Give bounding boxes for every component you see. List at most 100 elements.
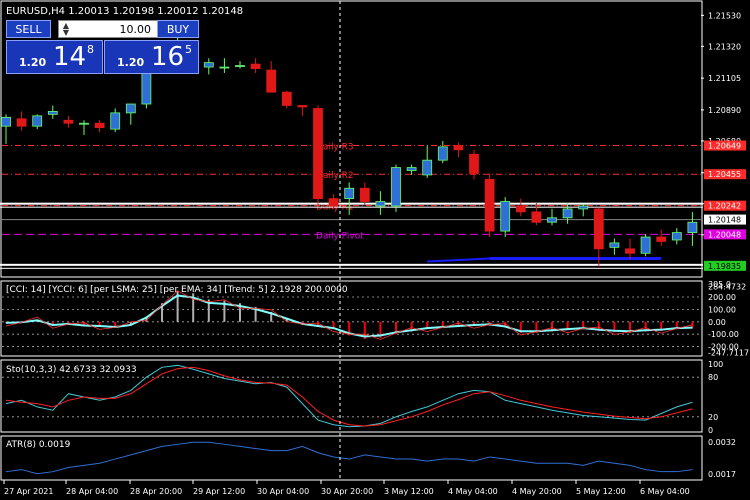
candle-body (671, 232, 682, 241)
candle-body (32, 115, 43, 127)
lots-field[interactable]: ▲ ▼ (58, 20, 158, 38)
sell-button[interactable]: SELL (6, 20, 51, 38)
candle-body (391, 167, 401, 207)
candle-body (1, 116, 11, 127)
time-axis-label: 28 Apr 20:00 (130, 487, 182, 496)
pivot-r1-price-text: 1.20242 (708, 202, 741, 211)
candle-body (515, 205, 526, 213)
candle-body (63, 119, 74, 124)
current-price-text: 1.20148 (708, 216, 741, 225)
candle-body (547, 217, 557, 223)
candle-body (297, 105, 308, 108)
support-price-text: 1.19835 (708, 262, 741, 271)
buy-price-big: 16 (151, 42, 185, 72)
candle-body (437, 146, 448, 161)
candle-body (609, 242, 620, 248)
candle-body (640, 236, 651, 254)
candle-body (344, 187, 355, 199)
price-axis-label: 1.20890 (708, 106, 741, 115)
pivot-r3-price-text: 1.20649 (708, 142, 741, 151)
time-axis-label: 3 May 12:00 (384, 487, 434, 496)
candle-body (406, 167, 417, 171)
candle-body (375, 201, 386, 207)
buy-quote[interactable]: 1.20 16 5 (104, 40, 199, 74)
candle-body (235, 65, 245, 67)
cci-axis-label: 0.00 (708, 318, 726, 327)
cci-axis-label: -247.7117 (708, 348, 749, 357)
time-axis-label: 6 May 04:00 (640, 487, 690, 496)
candle-body (531, 211, 542, 223)
candle-body (203, 62, 214, 68)
price-axis-label: 1.21320 (708, 42, 741, 51)
sto-title: Sto(10,3,3) 42.6733 32.0933 (6, 365, 137, 375)
sto-axis-label: 80 (708, 373, 718, 382)
buy-price-prefix: 1.20 (117, 56, 145, 69)
pivot-daily-price-text: 1.20048 (708, 230, 741, 239)
buy-button[interactable]: BUY (157, 20, 199, 38)
candle-body (593, 208, 604, 250)
candle-body (47, 111, 58, 115)
candle-body (422, 159, 433, 176)
candle-body (562, 208, 573, 219)
buy-price-sup: 5 (185, 43, 192, 56)
candle-body (79, 122, 89, 125)
price-axis-label: 1.21105 (708, 74, 741, 83)
candle-body (250, 63, 261, 69)
time-axis: 27 Apr 2021 28 Apr 04:00 28 Apr 20:00 29 Ap… (3, 480, 690, 496)
time-axis-label: 4 May 04:00 (448, 487, 498, 496)
support-line (0, 263, 703, 266)
chart-canvas[interactable]: 1.215301.213201.211051.208901.206801.204… (0, 0, 750, 500)
candle-body (266, 69, 277, 93)
time-axis-label: 29 Apr 12:00 (193, 487, 245, 496)
atr-axis-label: 0.0017 (708, 470, 736, 479)
time-axis-label: 28 Apr 04:00 (66, 487, 118, 496)
candle-body (94, 122, 105, 129)
range-high-line-2 (0, 206, 703, 208)
time-axis-label: 27 Apr 2021 (4, 487, 53, 496)
atr-title: ATR(8) 0.0019 (6, 440, 71, 450)
candle-body (687, 221, 698, 233)
symbol-header: EURUSD,H4 1.20013 1.20198 1.20012 1.2014… (6, 6, 243, 17)
price-axis-label: 1.21530 (708, 11, 741, 20)
candle-body (469, 153, 479, 174)
cci-title: [CCI: 14] [YCCI: 6] [per LSMA: 25] [per … (6, 285, 348, 295)
candle-body (656, 236, 667, 242)
sto-signal-line (5, 366, 693, 427)
blue-level-line-a (427, 257, 490, 263)
candle-body (281, 91, 292, 106)
candle-body (328, 198, 339, 207)
candle-body (110, 112, 121, 130)
sto-axis-label: 0 (708, 426, 713, 435)
pivot-r2-price-text: 1.20455 (708, 170, 741, 179)
support-line-2 (0, 267, 703, 269)
time-axis-label: 30 Apr 04:00 (257, 487, 309, 496)
sell-price-big: 14 (53, 42, 87, 72)
one-click-trading-panel: SELL ▲▼ BUY 1.20 14 8 1.20 16 5 (6, 20, 199, 75)
candle-body (125, 103, 136, 114)
cci-axis-label: 284.4732 (708, 283, 746, 292)
candle-body (484, 178, 495, 232)
candle-body (219, 66, 230, 69)
cci-axis-label: -100.00 (708, 330, 739, 339)
candle-body (453, 144, 464, 151)
candle-body (500, 201, 511, 232)
atr-axis-label: 0.0032 (708, 438, 736, 447)
candle-body (578, 205, 589, 210)
atr-panel: 0.0032 0.0017 (5, 438, 736, 479)
time-axis-label: 5 May 12:00 (576, 487, 626, 496)
atr-line (5, 441, 693, 475)
sto-axis-label: 100 (708, 360, 723, 369)
candle-body (625, 248, 635, 254)
candle-body (359, 187, 370, 202)
sell-quote[interactable]: 1.20 14 8 (6, 40, 103, 74)
cci-axis-label: 100.00 (708, 305, 736, 314)
sell-price-sup: 8 (87, 43, 94, 56)
sell-price-prefix: 1.20 (19, 56, 47, 69)
lots-input[interactable] (73, 21, 153, 37)
lots-spinner-icon[interactable]: ▲ ▼ (61, 22, 71, 37)
time-axis-label: 4 May 20:00 (512, 487, 562, 496)
range-high-line (0, 202, 703, 205)
candle-body (16, 118, 27, 127)
cci-axis-label: 200.00 (708, 293, 736, 302)
sto-axis-label: 20 (708, 413, 718, 422)
